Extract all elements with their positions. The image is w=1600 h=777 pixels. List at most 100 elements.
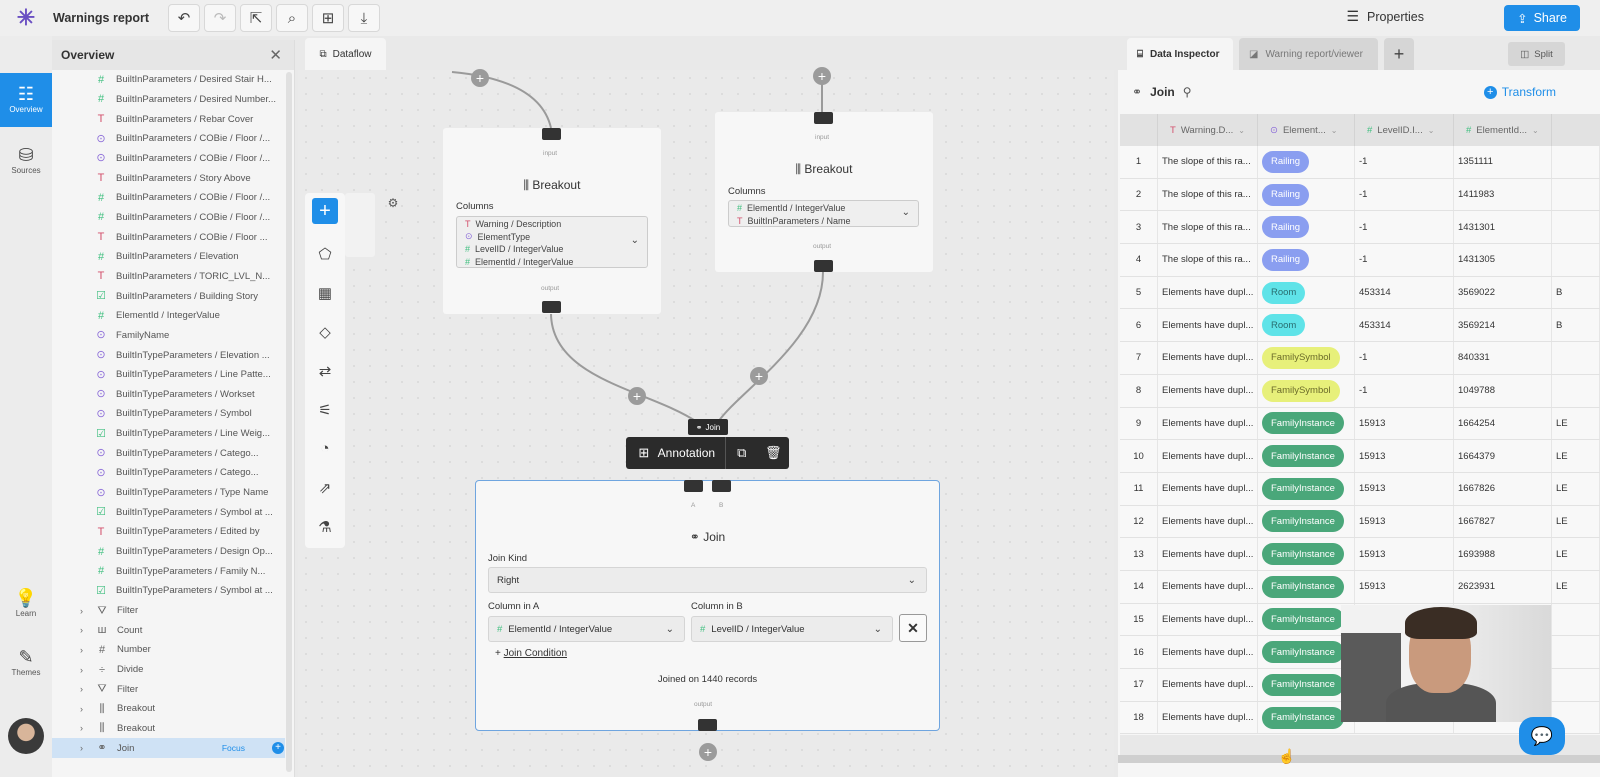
- table-row[interactable]: 2 The slope of this ra... Railing -1 1411983: [1120, 178, 1600, 212]
- column-header[interactable]: T Warning.D... ⌄: [1158, 114, 1258, 146]
- table-row[interactable]: 3 The slope of this ra... Railing -1 1431301: [1120, 211, 1600, 245]
- overview-item[interactable]: ⊙ BuiltInParameters / COBie / Floor /...: [52, 149, 285, 169]
- column-header[interactable]: # ElementId... ⌄: [1454, 114, 1552, 146]
- output-port[interactable]: [542, 301, 561, 313]
- overview-item[interactable]: T BuiltInTypeParameters / Edited by: [52, 522, 285, 542]
- chevron-down-icon[interactable]: ⌄: [1238, 126, 1245, 135]
- scrollbar[interactable]: [286, 72, 292, 772]
- table-row[interactable]: 11 Elements have dupl... FamilyInstance 159…: [1120, 472, 1600, 506]
- split-button[interactable]: ◫ Split: [1508, 42, 1565, 66]
- rail-learn[interactable]: 💡 Learn: [0, 587, 52, 631]
- table-row[interactable]: 1 The slope of this ra... Railing -1 1351111: [1120, 146, 1600, 179]
- columns-select[interactable]: T Warning / Description ⊙ ElementType # Level…: [456, 216, 648, 268]
- output-port[interactable]: [698, 719, 717, 731]
- plus-icon[interactable]: +: [272, 742, 284, 755]
- overview-item[interactable]: ⊙ BuiltInTypeParameters / Elevation ...: [52, 345, 285, 365]
- transform-button[interactable]: + Transform: [1483, 85, 1556, 99]
- columns-select[interactable]: # ElementId / IntegerValue T BuiltInParamet…: [728, 200, 919, 227]
- export-icon[interactable]: ⇱: [240, 4, 272, 32]
- chevron-right-icon[interactable]: ›: [80, 723, 83, 733]
- chevron-right-icon[interactable]: ›: [80, 606, 83, 616]
- chat-icon[interactable]: 💬: [1519, 717, 1565, 755]
- table-row[interactable]: 9 Elements have dupl... FamilyInstance 1591…: [1120, 407, 1600, 441]
- column-a-select[interactable]: # ElementId / IntegerValue ⌄: [488, 616, 685, 642]
- overview-item[interactable]: ☑ BuiltInTypeParameters / Symbol at ...: [52, 581, 285, 601]
- overview-item[interactable]: ⊙ BuiltInTypeParameters / Type Name: [52, 483, 285, 503]
- overview-item[interactable]: ⊙ BuiltInTypeParameters / Catego...: [52, 463, 285, 483]
- column-header[interactable]: ⊙ Element... ⌄: [1258, 114, 1355, 146]
- table-row[interactable]: 5 Elements have dupl... Room 453314 3569022 B: [1120, 276, 1600, 310]
- tab-dataflow[interactable]: ⧉ Dataflow: [305, 38, 386, 70]
- overview-item[interactable]: ☑ BuiltInTypeParameters / Symbol at ...: [52, 502, 285, 522]
- overview-item[interactable]: T BuiltInParameters / COBie / Floor ...: [52, 227, 285, 247]
- tab-data-inspector[interactable]: ⌸ Data Inspector: [1127, 38, 1233, 70]
- input-port[interactable]: [542, 128, 561, 140]
- download-icon[interactable]: ⤓: [348, 4, 380, 32]
- transform-icon[interactable]: ⇄: [305, 362, 345, 380]
- table-row[interactable]: 6 Elements have dupl... Room 453314 3569214 B: [1120, 309, 1600, 343]
- scrollbar[interactable]: [1118, 755, 1600, 763]
- chevron-right-icon[interactable]: ›: [80, 743, 83, 753]
- add-icon[interactable]: +: [312, 198, 338, 224]
- properties-button[interactable]: ☰ Properties: [1346, 8, 1424, 25]
- pin-icon[interactable]: ⚲: [1183, 85, 1192, 99]
- output-port[interactable]: [814, 260, 833, 272]
- join-kind-select[interactable]: Right ⌄: [488, 567, 927, 593]
- table-row[interactable]: 4 The slope of this ra... Railing -1 1431305: [1120, 244, 1600, 277]
- table-row[interactable]: 7 Elements have dupl... FamilySymbol -1 8403…: [1120, 342, 1600, 375]
- overview-group[interactable]: › ⛛ Filter: [52, 601, 285, 621]
- chevron-right-icon[interactable]: ›: [80, 665, 83, 675]
- overview-item[interactable]: T BuiltInParameters / Rebar Cover: [52, 109, 285, 129]
- flask-icon[interactable]: ⚗: [305, 518, 345, 536]
- input-port-b[interactable]: [712, 480, 731, 492]
- rail-sources[interactable]: ⛁ Sources: [0, 144, 52, 188]
- overview-group[interactable]: › ÷ Divide: [52, 660, 285, 680]
- chevron-right-icon[interactable]: ›: [80, 704, 83, 714]
- add-node-icon[interactable]: +: [813, 67, 831, 85]
- chevron-right-icon[interactable]: ›: [80, 684, 83, 694]
- settings-sliders-icon[interactable]: ⚙: [382, 196, 404, 216]
- rail-overview[interactable]: ☷ Overview: [0, 73, 52, 127]
- zoom-fit-icon[interactable]: ⌕: [276, 4, 308, 32]
- table-row[interactable]: 13 Elements have dupl... FamilyInstance 159…: [1120, 538, 1600, 571]
- layout-icon[interactable]: ⊞: [312, 4, 344, 32]
- breakout-node-1[interactable]: input ⫼ Breakout Columns T Warning / Desc…: [443, 128, 661, 314]
- duplicate-icon[interactable]: ⧉: [726, 445, 757, 461]
- overview-item[interactable]: ⊙ BuiltInTypeParameters / Line Patte...: [52, 365, 285, 385]
- add-node-icon[interactable]: +: [628, 387, 646, 405]
- trash-icon[interactable]: 🗑: [758, 445, 789, 461]
- overview-group[interactable]: › ⫼ Breakout: [52, 699, 285, 719]
- undo-icon[interactable]: ↶: [168, 4, 200, 32]
- overview-group[interactable]: › # Number: [52, 640, 285, 660]
- add-node-icon[interactable]: +: [750, 367, 768, 385]
- overview-item[interactable]: T BuiltInParameters / Story Above: [52, 168, 285, 188]
- overview-item[interactable]: # BuiltInTypeParameters / Design Op...: [52, 542, 285, 562]
- overview-group[interactable]: › ш Count: [52, 620, 285, 640]
- table-icon[interactable]: ▦: [305, 284, 345, 302]
- overview-item[interactable]: # BuiltInParameters / COBie / Floor /...: [52, 208, 285, 228]
- overview-item[interactable]: # BuiltInParameters / Elevation: [52, 247, 285, 267]
- overview-item[interactable]: ☑ BuiltInTypeParameters / Line Weig...: [52, 424, 285, 444]
- focus-link[interactable]: Focus: [222, 743, 245, 753]
- chevron-down-icon[interactable]: ⌄: [1532, 126, 1539, 135]
- annotation-icon[interactable]: ⊞: [634, 445, 654, 461]
- input-port-a[interactable]: [684, 480, 703, 492]
- overview-item[interactable]: ⊙ BuiltInTypeParameters / Symbol: [52, 404, 285, 424]
- add-node-icon[interactable]: +: [471, 69, 489, 87]
- tab-warning-report-viewer[interactable]: ◪ Warning report/viewer: [1239, 38, 1378, 70]
- annotation-button[interactable]: Annotation: [658, 446, 715, 460]
- column-b-select[interactable]: # LevelID / IntegerValue ⌄: [691, 616, 893, 642]
- close-icon[interactable]: ✕: [269, 46, 282, 64]
- overview-item[interactable]: # BuiltInParameters / Desired Number...: [52, 90, 285, 110]
- remove-condition-button[interactable]: ✕: [899, 614, 927, 642]
- overview-item[interactable]: ⊙ BuiltInTypeParameters / Catego...: [52, 443, 285, 463]
- export-icon[interactable]: ⇗: [305, 479, 345, 497]
- breakout-node-2[interactable]: input ⫼ Breakout Columns # ElementId / In…: [715, 112, 933, 272]
- overview-item[interactable]: ⊙ BuiltInParameters / COBie / Floor /...: [52, 129, 285, 149]
- redo-icon[interactable]: ↷: [204, 4, 236, 32]
- column-header[interactable]: # LevelID.I... ⌄: [1355, 114, 1454, 146]
- overview-group[interactable]: › ⫼ Breakout: [52, 719, 285, 739]
- overview-group[interactable]: › ⛛ Filter: [52, 679, 285, 699]
- app-logo-icon[interactable]: ✳: [13, 5, 39, 31]
- table-row[interactable]: 14 Elements have dupl... FamilyInstance 159…: [1120, 570, 1600, 604]
